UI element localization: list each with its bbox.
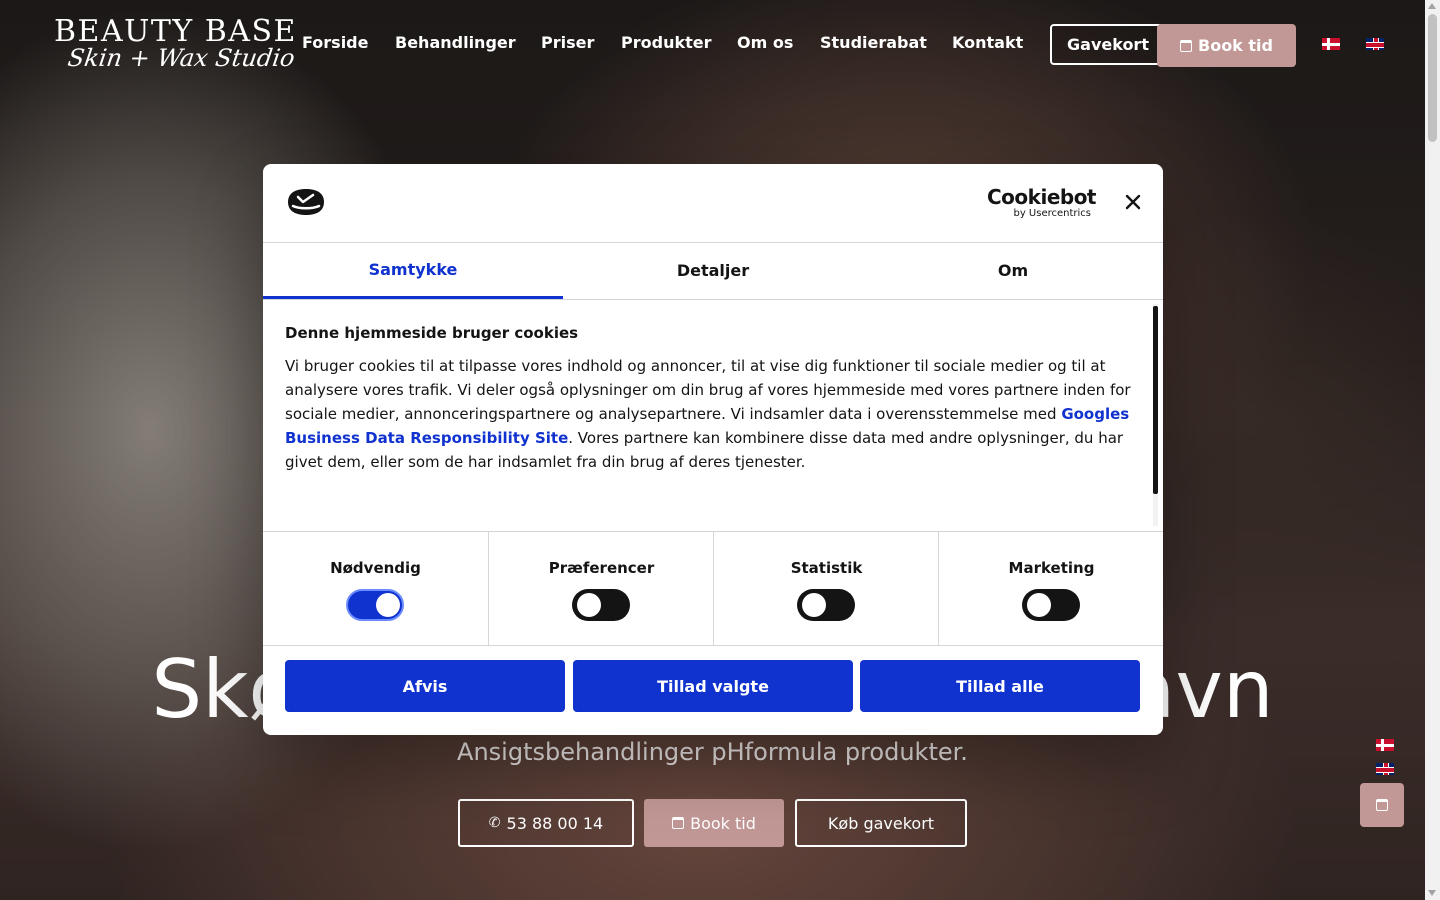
toggle-knob	[802, 593, 826, 617]
cookiebot-brand[interactable]: Cookiebot by Usercentrics	[987, 185, 1097, 220]
book-tid-header-label: Book tid	[1198, 36, 1273, 55]
calendar-icon	[1180, 39, 1192, 52]
nav-item-produkter[interactable]: Produkter	[621, 33, 711, 52]
dialog-header: Cookiebot by Usercentrics	[263, 164, 1163, 243]
book-tid-header-button[interactable]: Book tid	[1157, 24, 1296, 67]
toggle-cell-praeferencer: Præferencer	[488, 532, 713, 645]
phone-button[interactable]: ✆ 53 88 00 14	[458, 799, 634, 847]
toggle-statistik[interactable]	[797, 589, 855, 621]
hero-subtitle: Ansigtsbehandlinger pHformula produkter.	[457, 738, 968, 766]
dk-flag-icon[interactable]	[1376, 739, 1394, 751]
calendar-icon	[672, 817, 685, 829]
cookiebot-brand-main: Cookiebot	[987, 185, 1097, 209]
toggle-label-nodvendig: Nødvendig	[330, 559, 421, 577]
nav-item-behandlinger[interactable]: Behandlinger	[395, 33, 516, 52]
tab-samtykke[interactable]: Samtykke	[263, 242, 563, 299]
nav-item-om-os[interactable]: Om os	[737, 33, 793, 52]
page-scrollbar-thumb[interactable]	[1428, 14, 1437, 142]
dialog-body: Denne hjemmeside bruger cookies Vi bruge…	[263, 300, 1163, 531]
dialog-tabs: Samtykke Detaljer Om	[263, 242, 1163, 300]
allow-selected-button[interactable]: Tillad valgte	[573, 660, 853, 712]
toggle-cell-statistik: Statistik	[713, 532, 938, 645]
calendar-icon	[1376, 799, 1388, 811]
toggle-label-marketing: Marketing	[1008, 559, 1095, 577]
cookiebot-logo-icon	[288, 189, 324, 215]
consent-toggles: Nødvendig Præferencer Statistik Marketin…	[263, 531, 1163, 646]
toggle-label-statistik: Statistik	[790, 559, 863, 577]
uk-flag-icon[interactable]	[1366, 38, 1384, 50]
toggle-cell-nodvendig: Nødvendig	[263, 532, 488, 645]
toggle-praeferencer[interactable]	[572, 589, 630, 621]
gavekort-button[interactable]: Gavekort	[1050, 24, 1166, 65]
description-text-start: Vi bruger cookies til at tilpasse vores …	[285, 357, 1131, 423]
dk-flag-icon[interactable]	[1322, 38, 1340, 50]
scroll-up-arrow-icon[interactable]	[1428, 3, 1436, 9]
cookie-consent-dialog: Cookiebot by Usercentrics Samtykke Detal…	[263, 164, 1163, 735]
toggle-marketing[interactable]	[1022, 589, 1080, 621]
toggle-nodvendig[interactable]	[346, 589, 404, 621]
nav-item-forside[interactable]: Forside	[302, 33, 368, 52]
text-fade	[263, 490, 1153, 531]
deny-button[interactable]: Afvis	[285, 660, 565, 712]
phone-icon: ✆	[488, 815, 501, 831]
logo-tagline: Skin + Wax Studio	[66, 44, 297, 72]
buy-giftcard-button[interactable]: Køb gavekort	[795, 799, 967, 847]
toggle-knob	[376, 593, 400, 617]
tab-om[interactable]: Om	[863, 242, 1163, 299]
book-tid-hero-label: Book tid	[690, 813, 756, 833]
toggle-knob	[1027, 593, 1051, 617]
scroll-down-arrow-icon[interactable]	[1428, 890, 1436, 896]
dialog-title: Denne hjemmeside bruger cookies	[285, 324, 579, 342]
nav-item-kontakt[interactable]: Kontakt	[952, 33, 1023, 52]
site-logo[interactable]: BEAUTY BASE Skin + Wax Studio	[54, 14, 314, 76]
allow-all-button[interactable]: Tillad alle	[860, 660, 1140, 712]
cookiebot-brand-sub: by Usercentrics	[1013, 208, 1091, 219]
phone-label: 53 88 00 14	[506, 813, 604, 833]
nav-item-priser[interactable]: Priser	[541, 33, 594, 52]
uk-flag-icon[interactable]	[1376, 763, 1394, 775]
nav-item-studierabat[interactable]: Studierabat	[820, 33, 927, 52]
close-icon[interactable]	[1123, 192, 1143, 212]
floating-booking-button[interactable]	[1360, 783, 1404, 827]
toggle-knob	[577, 593, 601, 617]
toggle-cell-marketing: Marketing	[938, 532, 1163, 645]
book-tid-hero-button[interactable]: Book tid	[644, 799, 784, 847]
toggle-label-praeferencer: Præferencer	[548, 559, 655, 577]
tab-detaljer[interactable]: Detaljer	[563, 242, 863, 299]
dialog-scrollbar-thumb[interactable]	[1153, 306, 1158, 494]
dialog-description: Vi bruger cookies til at tilpasse vores …	[285, 354, 1135, 474]
